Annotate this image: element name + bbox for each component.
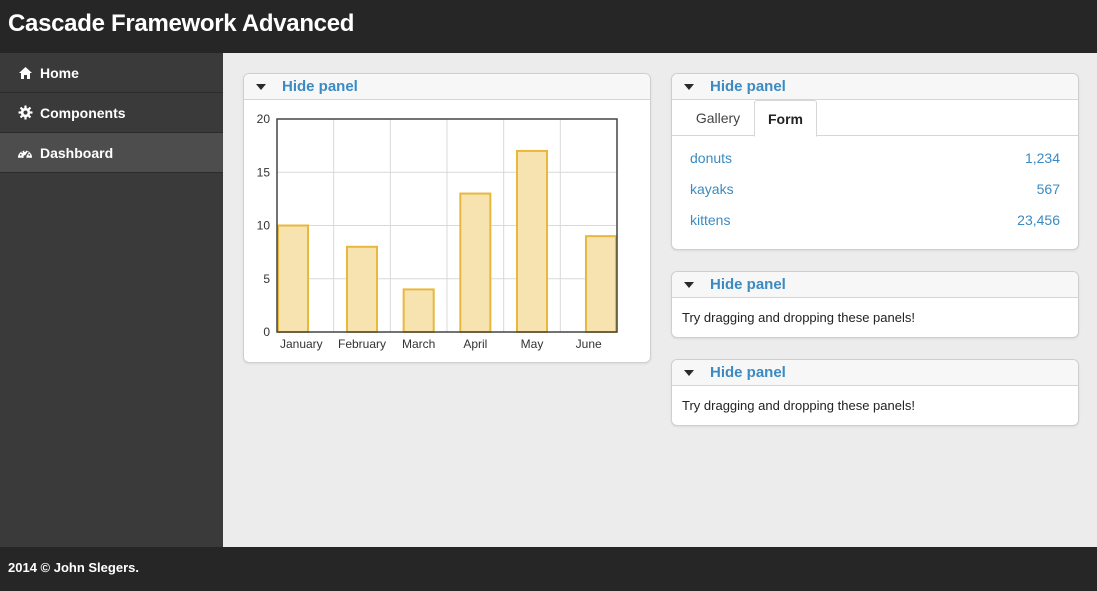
home-icon bbox=[17, 65, 33, 81]
sidebar-item-label: Home bbox=[40, 64, 79, 81]
dashboard-icon bbox=[17, 145, 33, 161]
panel-toggle-label: Hide panel bbox=[710, 276, 786, 293]
panel-toggle[interactable]: Hide panel bbox=[672, 360, 1078, 386]
x-tick-label: April bbox=[463, 337, 487, 351]
y-tick-label: 0 bbox=[263, 325, 270, 339]
chart-bar bbox=[515, 149, 549, 334]
item-value[interactable]: 23,456 bbox=[1017, 212, 1060, 228]
chart-panel[interactable]: Hide panel 0 5 10 15 20 January February March A… bbox=[243, 73, 651, 363]
bar-chart: 0 5 10 15 20 January February March April May June bbox=[257, 112, 618, 351]
tab-form[interactable]: Form bbox=[754, 100, 817, 137]
tab-gallery[interactable]: Gallery bbox=[684, 100, 752, 136]
caret-down-icon bbox=[684, 84, 694, 90]
top-bar: Cascade Framework Advanced bbox=[0, 0, 1097, 53]
sidebar-item-label: Dashboard bbox=[40, 144, 114, 161]
item-name-link[interactable]: kittens bbox=[690, 212, 730, 228]
footer: 2014 © John Slegers. bbox=[0, 547, 1097, 591]
panel-toggle-label: Hide panel bbox=[710, 364, 786, 381]
chart-bar bbox=[345, 245, 379, 333]
panel-text: Try dragging and dropping these panels! bbox=[682, 310, 915, 325]
panel-toggle[interactable]: Hide panel bbox=[672, 272, 1078, 298]
panel-text: Try dragging and dropping these panels! bbox=[682, 398, 915, 413]
list-item: donuts 1,234 bbox=[690, 142, 1060, 173]
gear-icon bbox=[17, 105, 33, 121]
x-tick-label: May bbox=[521, 337, 544, 351]
caret-down-icon bbox=[684, 282, 694, 288]
item-list: donuts 1,234 kayaks 567 kittens 23,456 bbox=[672, 136, 1078, 235]
copyright-text: 2014 © John Slegers. bbox=[8, 560, 139, 575]
y-tick-label: 20 bbox=[257, 112, 271, 126]
sidebar-item-dashboard[interactable]: Dashboard bbox=[0, 133, 223, 173]
sidebar-item-components[interactable]: Components bbox=[0, 93, 223, 133]
list-item: kittens 23,456 bbox=[690, 204, 1060, 235]
sidebar-item-label: Components bbox=[40, 104, 126, 121]
chart-bar bbox=[402, 288, 435, 333]
y-tick-label: 15 bbox=[257, 165, 271, 179]
x-tick-label: March bbox=[402, 337, 435, 351]
tab-bar: Gallery Form bbox=[672, 100, 1078, 137]
item-value[interactable]: 567 bbox=[1037, 181, 1060, 197]
caret-down-icon bbox=[256, 84, 266, 90]
chart-bar bbox=[277, 224, 310, 333]
item-value[interactable]: 1,234 bbox=[1025, 150, 1060, 166]
chart-bar bbox=[459, 192, 492, 333]
sidebar-item-home[interactable]: Home bbox=[0, 53, 223, 93]
text-panel[interactable]: Hide panel Try dragging and dropping the… bbox=[671, 359, 1079, 426]
chart-bar bbox=[584, 235, 618, 333]
panel-toggle[interactable]: Hide panel bbox=[672, 74, 1078, 100]
panel-toggle-label: Hide panel bbox=[710, 78, 786, 95]
item-name-link[interactable]: donuts bbox=[690, 150, 732, 166]
sidebar: Home Components Dashboard bbox=[0, 53, 223, 547]
app-title: Cascade Framework Advanced bbox=[8, 10, 355, 37]
item-name-link[interactable]: kayaks bbox=[690, 181, 734, 197]
tab-panel[interactable]: Hide panel Gallery Form donuts 1,234 kay… bbox=[671, 73, 1079, 250]
y-tick-label: 5 bbox=[263, 272, 270, 286]
x-tick-label: June bbox=[576, 337, 602, 351]
text-panel[interactable]: Hide panel Try dragging and dropping the… bbox=[671, 271, 1079, 338]
panel-toggle[interactable]: Hide panel bbox=[244, 74, 650, 100]
caret-down-icon bbox=[684, 370, 694, 376]
list-item: kayaks 567 bbox=[690, 173, 1060, 204]
x-tick-label: February bbox=[338, 337, 386, 351]
panel-toggle-label: Hide panel bbox=[282, 78, 358, 95]
x-tick-label: January bbox=[280, 337, 323, 351]
y-tick-label: 10 bbox=[257, 219, 271, 233]
